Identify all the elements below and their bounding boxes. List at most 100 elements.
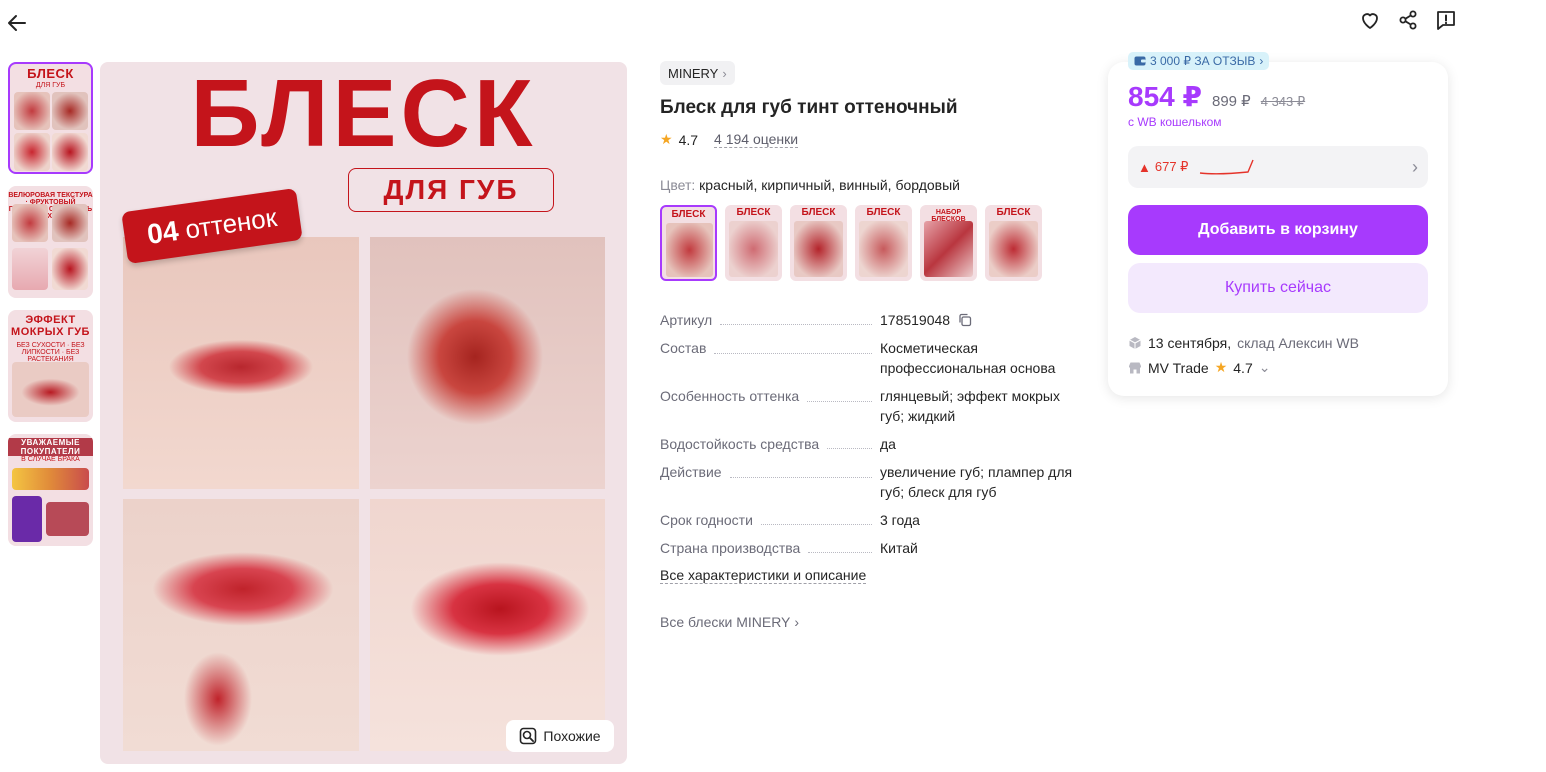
variant-title: БЛЕСК [801, 207, 836, 218]
gallery-thumbnail[interactable]: УВАЖАЕМЫЕ ПОКУПАТЕЛИ В СЛУЧАЕ БРАКА [8, 434, 93, 546]
spec-value: 3 года [880, 512, 920, 528]
thumbnail-graphic [46, 502, 89, 536]
thumbnail-photo [12, 248, 48, 290]
wallet-note: с WB кошельком [1128, 115, 1222, 129]
thumbnail-title: УВАЖАЕМЫЕ ПОКУПАТЕЛИ [8, 438, 93, 456]
box-icon [1129, 337, 1141, 349]
spec-value: Китай [880, 540, 918, 556]
price-original: 4 343 ₽ [1260, 94, 1306, 109]
color-variant[interactable]: БЛЕСК [790, 205, 847, 281]
seller-rating: 4.7 [1233, 359, 1253, 376]
shade-label: оттенок [183, 202, 279, 245]
report-button[interactable] [1434, 8, 1458, 32]
share-button[interactable] [1396, 8, 1420, 32]
similar-button[interactable]: Похожие [506, 720, 614, 752]
color-variant[interactable]: БЛЕСК [660, 205, 717, 281]
color-variant[interactable]: БЛЕСК [855, 205, 912, 281]
arrow-left-icon [8, 15, 26, 31]
search-similar-icon [520, 727, 537, 745]
copy-icon[interactable] [958, 313, 972, 327]
thumbnail-photo [14, 133, 50, 171]
all-characteristics-link[interactable]: Все характеристики и описание [660, 567, 867, 584]
price-history-button[interactable]: ▲ 677 ₽ › [1128, 146, 1428, 188]
color-variant[interactable]: БЛЕСК [725, 205, 782, 281]
header-actions [1358, 8, 1458, 32]
shade-number: 04 [145, 214, 181, 250]
spec-key: Состав [660, 340, 707, 356]
price-current: 854 ₽ [1128, 81, 1202, 112]
chevron-right-icon: › [794, 614, 800, 630]
thumbnail-graphic [12, 468, 89, 490]
thumbnail-title: ЭФФЕКТ МОКРЫХ ГУБ [11, 314, 90, 338]
seller-info[interactable]: MV Trade ★ 4.7 ⌄ [1128, 359, 1270, 376]
back-button[interactable] [6, 12, 28, 34]
delivery-date: 13 сентября, [1148, 335, 1232, 351]
rating-value: 4.7 [678, 131, 699, 148]
reviews-link[interactable]: 4 194 оценки [714, 131, 799, 148]
brand-link[interactable]: MINERY › [660, 61, 735, 85]
spec-row: Артикул 178519048 [660, 310, 1080, 330]
swatch-photo [370, 237, 605, 489]
variant-photo [924, 221, 973, 277]
spec-row: Состав Косметическая профессиональная ос… [660, 338, 1080, 378]
gallery-thumbnails: БЛЕСК ДЛЯ ГУБ ВЕЛЮРОВАЯ ТЕКСТУРА · ФРУКТ… [8, 62, 93, 558]
variant-photo [859, 221, 908, 277]
thumbnail-photo [52, 133, 88, 171]
spec-key: Действие [660, 464, 722, 480]
gallery-thumbnail[interactable]: ВЕЛЮРОВАЯ ТЕКСТУРА · ФРУКТОВЫЙ ПИГМЕНТ ·… [8, 186, 93, 298]
share-icon [1399, 10, 1417, 30]
main-image-subtitle: ДЛЯ ГУБ [348, 168, 554, 212]
variant-title: БЛЕСК [996, 207, 1031, 218]
price-sparkline [1200, 159, 1255, 175]
variant-title: БЛЕСК [671, 209, 706, 220]
add-to-cart-button[interactable]: Добавить в корзину [1128, 205, 1428, 255]
spec-row: Страна производства Китай [660, 538, 1080, 558]
variant-photo [794, 221, 843, 277]
rating-row: ★ 4.7 4 194 оценки [660, 131, 799, 148]
spec-row: Особенность оттенка глянцевый; эффект мо… [660, 386, 1080, 426]
color-value: красный, кирпичный, винный, бордовый [699, 177, 960, 193]
gallery-thumbnail[interactable]: БЛЕСК ДЛЯ ГУБ [8, 62, 93, 174]
thumbnail-photo [14, 92, 50, 130]
spec-value: увеличение губ; пламп­ер для губ; блеск … [880, 464, 1073, 500]
all-brand-link[interactable]: Все блески MINERY › [660, 614, 799, 630]
chevron-right-icon: › [1412, 156, 1418, 177]
color-variant[interactable]: НАБОР БЛЕСКОВ [920, 205, 977, 281]
spec-value: Косметическая профессиональная основа [880, 340, 1056, 376]
warehouse-name: склад Алексин WB [1237, 335, 1359, 351]
spec-value: глянцевый; эффект мокрых губ; жидкий [880, 388, 1060, 424]
buy-now-button[interactable]: Купить сейчас [1128, 263, 1428, 313]
variant-photo [729, 221, 778, 277]
thumbnail-title: БЛЕСК [27, 66, 74, 81]
variant-photo [666, 223, 713, 277]
thumbnail-subtitle: В СЛУЧАЕ БРАКА [21, 456, 80, 463]
price-without-wallet: 899 ₽ [1211, 93, 1251, 110]
price-history-amount: 677 ₽ [1154, 159, 1189, 174]
variant-photo [989, 221, 1038, 277]
color-variant[interactable]: БЛЕСК [985, 205, 1042, 281]
favorite-button[interactable] [1358, 8, 1382, 32]
main-image-title: БЛЕСК [190, 62, 537, 167]
similar-label: Похожие [543, 728, 601, 744]
spec-row: Действие увеличение губ; пламп­ер для гу… [660, 462, 1080, 502]
spec-key: Срок годности [660, 512, 753, 528]
star-icon: ★ [660, 131, 673, 147]
color-variants: БЛЕСК БЛЕСК БЛЕСК БЛЕСК НАБОР БЛЕСКОВ БЛ… [660, 205, 1042, 281]
article-number: 178519048 [880, 312, 951, 328]
variant-title: БЛЕСК [736, 207, 771, 218]
review-bonus-label: 3 000 ₽ ЗА ОТЗЫВ [1150, 54, 1256, 68]
thumbnail-photo [52, 248, 88, 290]
spec-key: Особенность оттенка [660, 388, 800, 404]
variant-title: БЛЕСК [866, 207, 901, 218]
spec-value: да [880, 436, 896, 452]
color-label: Цвет: [660, 177, 696, 193]
lips-photo [370, 499, 605, 751]
main-product-image[interactable]: БЛЕСК ДЛЯ ГУБ 04 оттенок Похожие [100, 62, 627, 764]
star-icon: ★ [1214, 359, 1228, 375]
gallery-thumbnail[interactable]: ЭФФЕКТ МОКРЫХ ГУБ БЕЗ СУХОСТИ · БЕЗ ЛИПК… [8, 310, 93, 422]
thumbnail-photo [52, 92, 88, 130]
thumbnail-photo [52, 204, 88, 242]
shop-icon [1129, 362, 1141, 373]
seller-name: MV Trade [1148, 359, 1209, 376]
review-bonus-badge[interactable]: 3 000 ₽ ЗА ОТЗЫВ › [1128, 52, 1270, 70]
